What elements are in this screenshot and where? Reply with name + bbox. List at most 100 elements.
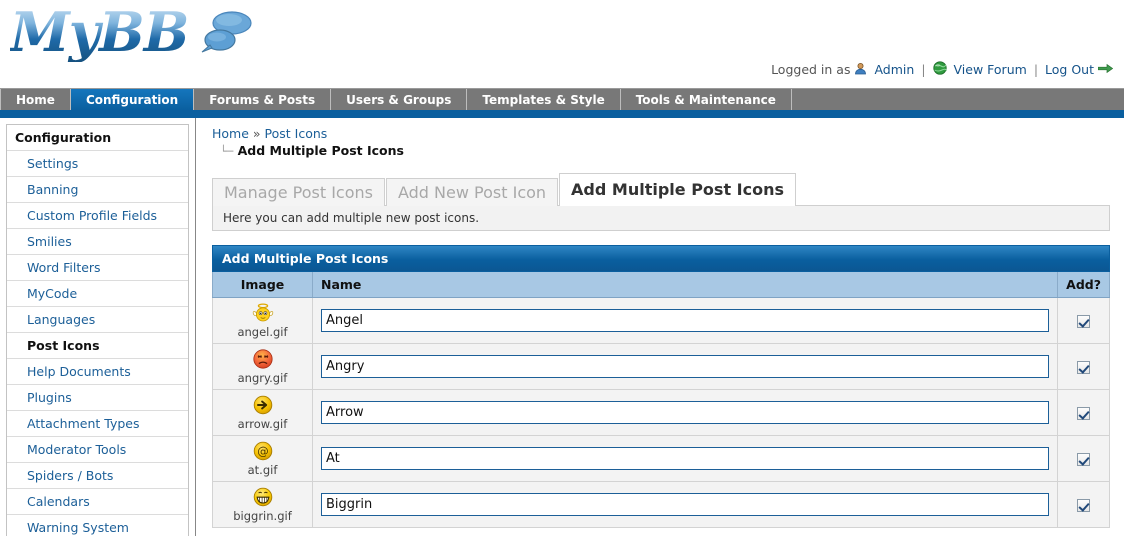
row-add-cell — [1057, 435, 1110, 482]
breadcrumb-post-icons[interactable]: Post Icons — [265, 126, 328, 141]
row-name-cell — [312, 481, 1058, 528]
sidebar: Configuration Settings Banning Custom Pr… — [0, 118, 196, 536]
row-image-cell: angel.gif — [212, 297, 313, 344]
sidebar-item-custom-profile-fields[interactable]: Custom Profile Fields — [7, 203, 188, 229]
add-checkbox[interactable] — [1077, 452, 1090, 466]
sidebar-item-smilies[interactable]: Smilies — [7, 229, 188, 255]
tab-description: Here you can add multiple new post icons… — [212, 205, 1110, 231]
panel-title: Add Multiple Post Icons — [212, 245, 1110, 272]
tab-bar: Manage Post Icons Add New Post Icon Add … — [212, 173, 1110, 206]
mybb-logo: MyBB — [10, 0, 189, 64]
sidebar-item-banning[interactable]: Banning — [7, 177, 188, 203]
add-checkbox[interactable] — [1077, 314, 1090, 328]
nav-filler — [791, 89, 1124, 110]
column-header-name: Name — [312, 272, 1058, 298]
sidebar-item-moderator-tools[interactable]: Moderator Tools — [7, 437, 188, 463]
breadcrumb-current-row: └─ Add Multiple Post Icons — [212, 142, 1110, 161]
speech-bubble-icon — [201, 11, 252, 53]
angry-smiley-icon — [252, 349, 273, 369]
tab-manage-post-icons[interactable]: Manage Post Icons — [212, 178, 385, 206]
row-image-cell: biggrin.gif — [212, 481, 313, 528]
row-add-cell — [1057, 481, 1110, 528]
tab-add-new-post-icon[interactable]: Add New Post Icon — [385, 178, 559, 206]
row-name-cell — [312, 389, 1058, 436]
breadcrumb-separator: » — [252, 126, 261, 141]
breadcrumb: Home » Post Icons — [212, 126, 1110, 142]
row-image-filename: angel.gif — [237, 325, 288, 339]
breadcrumb-home[interactable]: Home — [212, 126, 249, 141]
tab-add-multiple-post-icons[interactable]: Add Multiple Post Icons — [559, 173, 796, 206]
column-header-image: Image — [212, 272, 313, 298]
sidebar-item-plugins[interactable]: Plugins — [7, 385, 188, 411]
table-header-row: Image Name Add? — [212, 272, 1110, 298]
nav-underline — [0, 110, 1124, 118]
sidebar-item-post-icons[interactable]: Post Icons — [7, 333, 188, 359]
row-name-cell — [312, 297, 1058, 344]
nav-item-templates-style[interactable]: Templates & Style — [467, 89, 621, 110]
post-icon-name-input[interactable] — [321, 493, 1049, 516]
biggrin-smiley-icon — [253, 487, 272, 507]
userbar-separator-2: | — [1033, 62, 1039, 77]
table-row: angel.gif — [212, 297, 1110, 344]
logout-link[interactable]: Log Out — [1045, 62, 1094, 77]
nav-item-forums-posts[interactable]: Forums & Posts — [194, 89, 332, 110]
logged-in-label: Logged in as — [771, 62, 851, 77]
page-body: Configuration Settings Banning Custom Pr… — [0, 118, 1124, 536]
column-header-add: Add? — [1057, 272, 1110, 298]
sidebar-title: Configuration — [7, 125, 188, 151]
sidebar-item-calendars[interactable]: Calendars — [7, 489, 188, 515]
sidebar-item-warning-system[interactable]: Warning System — [7, 515, 188, 536]
post-icon-name-input[interactable] — [321, 355, 1049, 378]
row-image-cell: @ at.gif — [212, 435, 313, 482]
add-checkbox[interactable] — [1077, 406, 1090, 420]
page-title: Add Multiple Post Icons — [237, 143, 404, 158]
nav-item-configuration[interactable]: Configuration — [70, 89, 195, 110]
userbar-separator-1: | — [921, 62, 926, 77]
sidebar-box: Configuration Settings Banning Custom Pr… — [6, 124, 189, 536]
row-name-cell — [312, 435, 1058, 482]
row-add-cell — [1057, 297, 1110, 344]
main-nav: Home Configuration Forums & Posts Users … — [0, 88, 1124, 110]
table-row: biggrin.gif — [212, 481, 1110, 528]
admin-link[interactable]: Admin — [874, 62, 914, 77]
page-header: MyBB Logged in as Admin | View Forum | L… — [0, 0, 1124, 88]
row-image-cell: arrow.gif — [212, 389, 313, 436]
table-row: arrow.gif — [212, 389, 1110, 436]
post-icons-table: Image Name Add? angel.gif Angel angry.gi… — [212, 272, 1110, 528]
post-icon-name-input[interactable] — [321, 447, 1049, 470]
row-image-filename: biggrin.gif — [233, 509, 292, 523]
row-name-cell — [312, 343, 1058, 390]
post-icon-name-input[interactable] — [321, 401, 1049, 424]
sidebar-item-help-documents[interactable]: Help Documents — [7, 359, 188, 385]
nav-item-home[interactable]: Home — [0, 89, 71, 110]
sidebar-item-languages[interactable]: Languages — [7, 307, 188, 333]
row-image-cell: angry.gif — [212, 343, 313, 390]
nav-item-tools-maintenance[interactable]: Tools & Maintenance — [620, 89, 792, 110]
nav-item-users-groups[interactable]: Users & Groups — [331, 89, 468, 110]
user-icon — [854, 62, 867, 78]
sidebar-item-spiders-bots[interactable]: Spiders / Bots — [7, 463, 188, 489]
row-add-cell — [1057, 343, 1110, 390]
post-icons-panel: Add Multiple Post Icons Image Name Add? — [212, 245, 1110, 528]
add-checkbox[interactable] — [1077, 360, 1090, 374]
content-area: Home » Post Icons └─ Add Multiple Post I… — [196, 118, 1124, 536]
view-forum-link[interactable]: View Forum — [954, 62, 1027, 77]
user-bar: Logged in as Admin | View Forum | Log Ou… — [771, 61, 1116, 78]
sidebar-item-word-filters[interactable]: Word Filters — [7, 255, 188, 281]
row-add-cell — [1057, 389, 1110, 436]
add-checkbox[interactable] — [1077, 498, 1090, 512]
breadcrumb-branch-icon: └─ — [220, 145, 234, 158]
svg-text:@: @ — [257, 444, 268, 458]
arrow-smiley-icon — [253, 395, 272, 415]
post-icon-name-input[interactable] — [321, 309, 1049, 332]
table-row: angry.gif — [212, 343, 1110, 390]
table-row: @ at.gif — [212, 435, 1110, 482]
at-smiley-icon: @ — [253, 441, 272, 461]
row-image-filename: at.gif — [247, 463, 278, 477]
arrow-right-icon — [1097, 62, 1114, 77]
row-image-filename: arrow.gif — [237, 417, 288, 431]
sidebar-item-mycode[interactable]: MyCode — [7, 281, 188, 307]
sidebar-item-attachment-types[interactable]: Attachment Types — [7, 411, 188, 437]
globe-icon — [932, 61, 947, 78]
sidebar-item-settings[interactable]: Settings — [7, 151, 188, 177]
